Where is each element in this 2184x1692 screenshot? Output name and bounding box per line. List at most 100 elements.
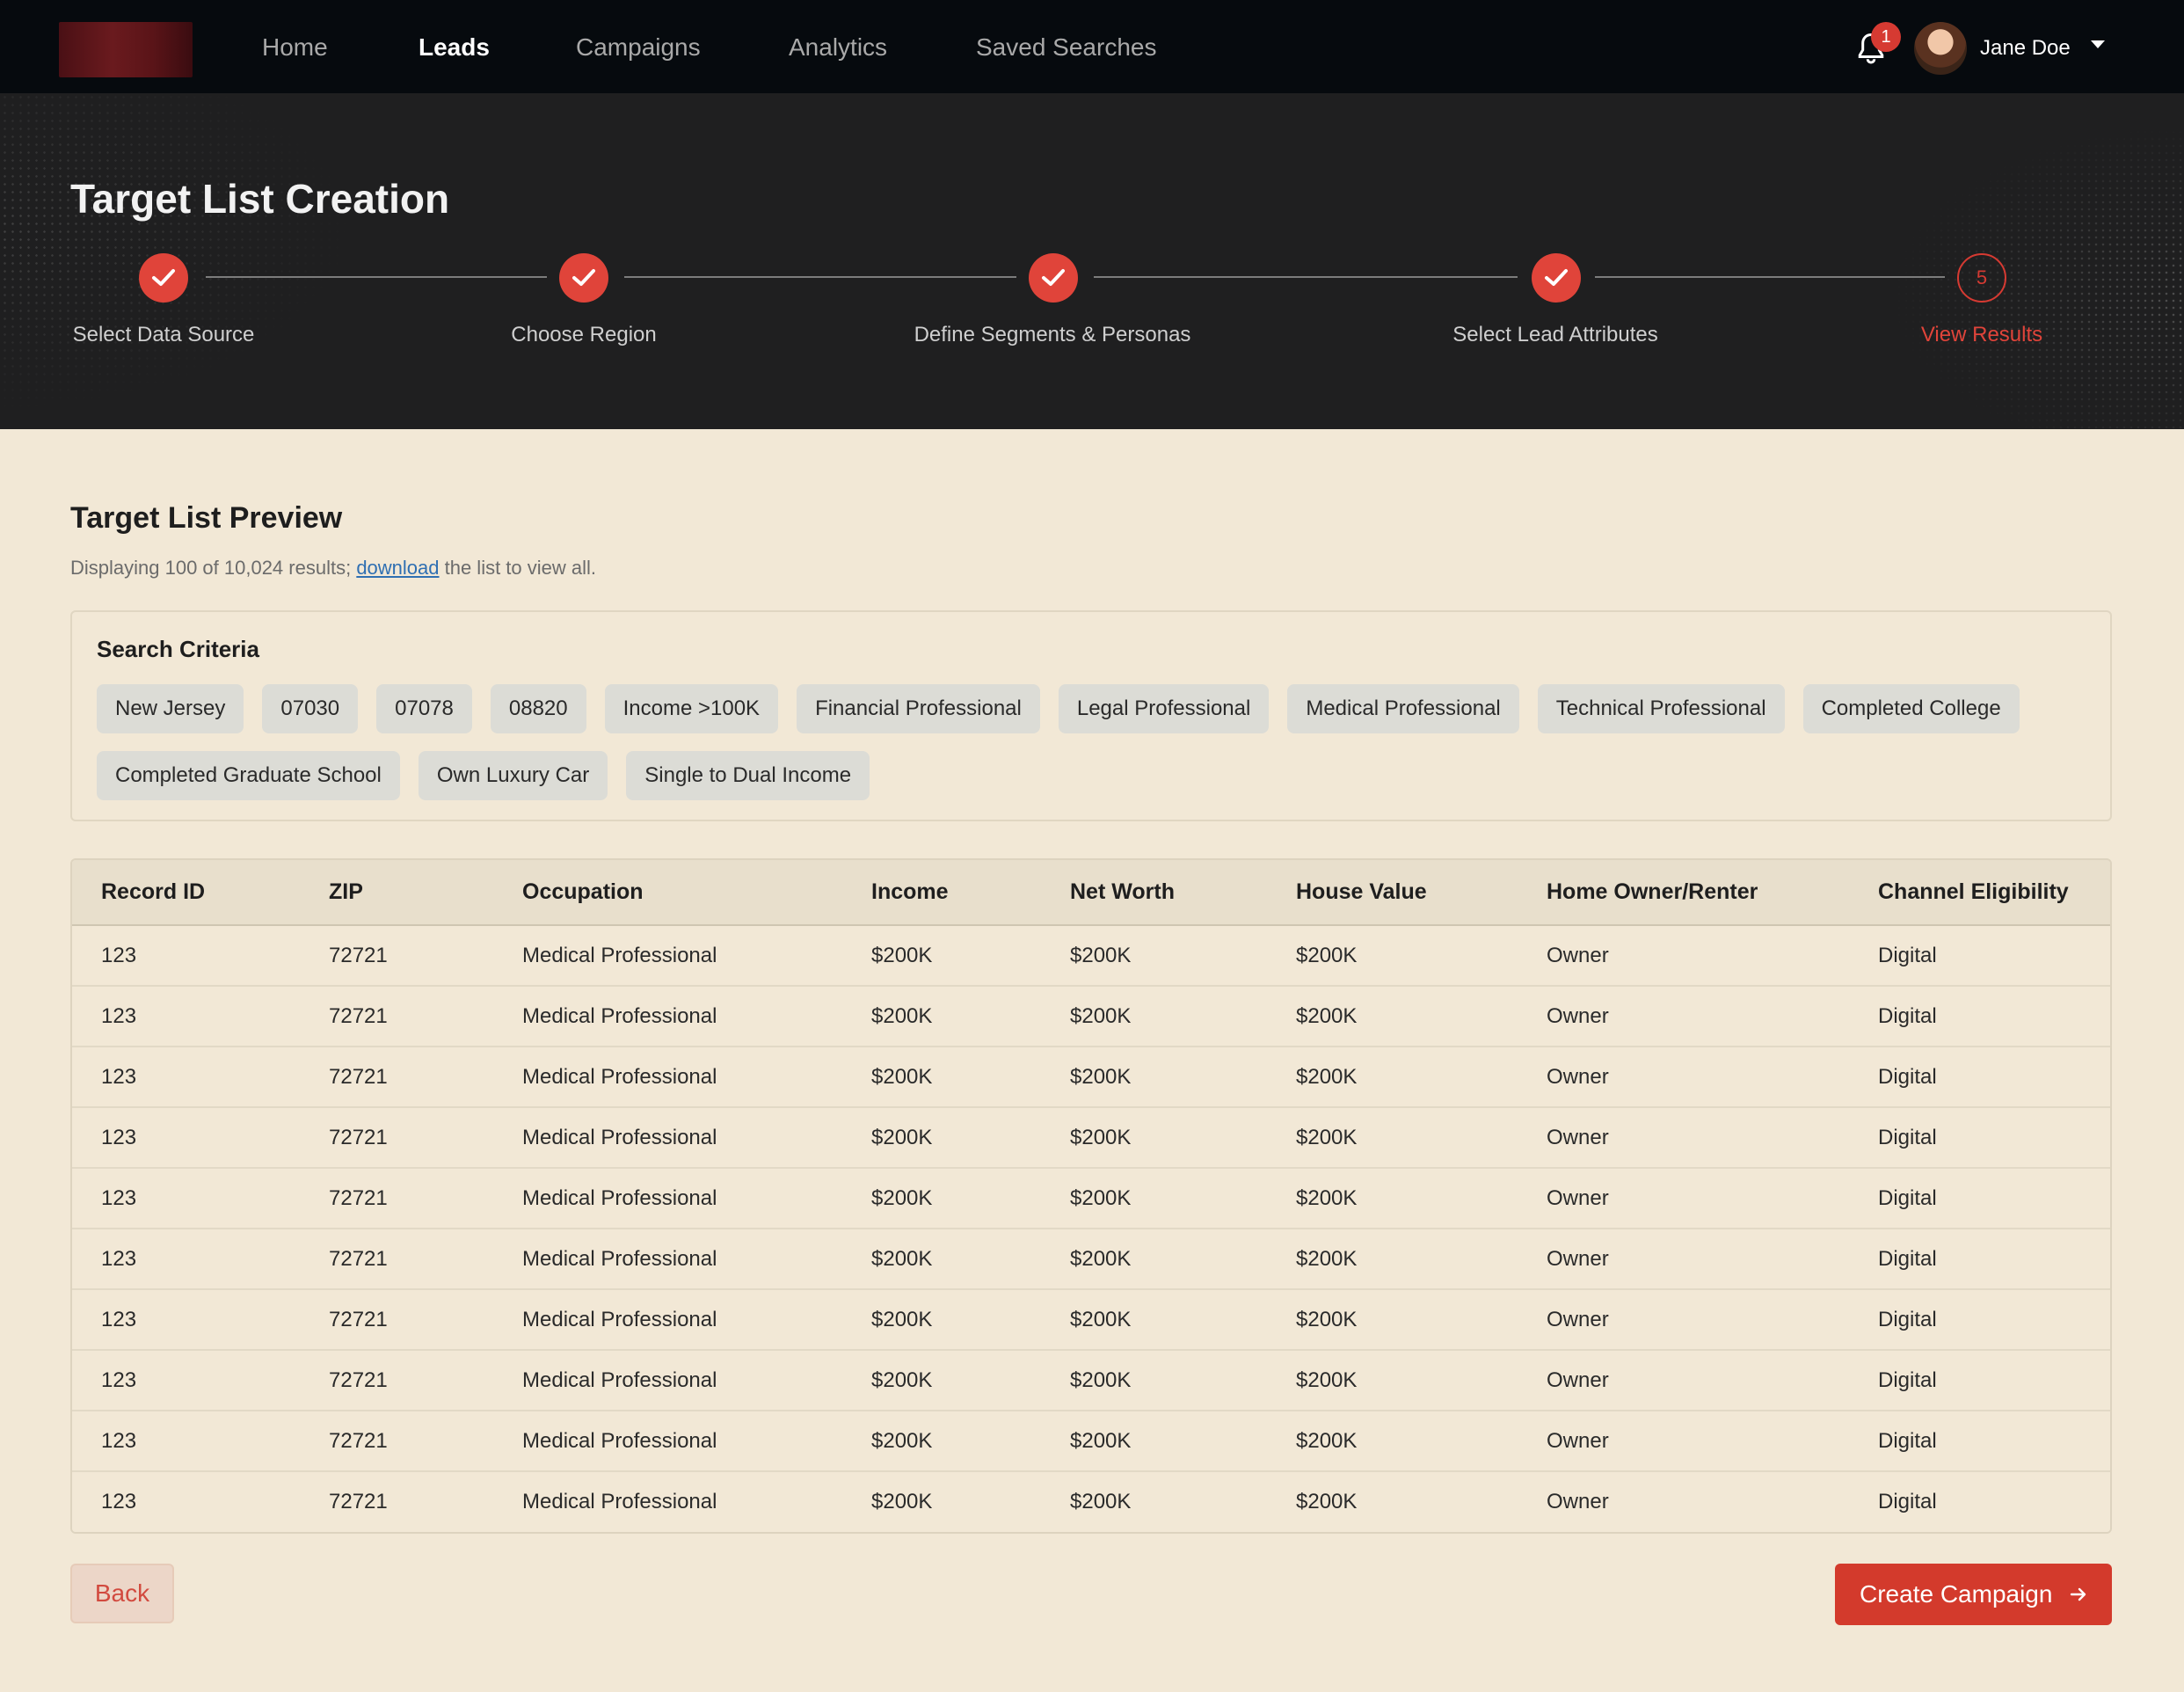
- table-cell: $200K: [1070, 1125, 1132, 1149]
- criteria-chip[interactable]: Financial Professional: [797, 684, 1040, 733]
- nav-leads[interactable]: Leads: [419, 30, 490, 65]
- table-cell: 123: [101, 1064, 137, 1089]
- table-cell: 123: [101, 1003, 137, 1028]
- table-row[interactable]: 123 72721 Medical Professional $200K $200K $2…: [72, 925, 2110, 986]
- table-cell: $200K: [1070, 1246, 1132, 1271]
- nav-campaigns[interactable]: Campaigns: [576, 30, 701, 65]
- table-cell: Owner: [1547, 1307, 1609, 1331]
- step-label: Choose Region: [511, 323, 657, 346]
- search-criteria-title: Search Criteria: [97, 636, 259, 662]
- table-cell: $200K: [871, 1367, 933, 1392]
- column-header[interactable]: Home Owner/Renter: [1518, 860, 1849, 926]
- criteria-chip[interactable]: Completed College: [1802, 684, 2020, 733]
- step-label: Define Segments & Personas: [914, 323, 1191, 346]
- stepper-connector: [206, 276, 547, 278]
- table-cell: $200K: [1070, 1003, 1132, 1028]
- table-cell: $200K: [1296, 1367, 1358, 1392]
- table-cell: 72721: [329, 1246, 388, 1271]
- criteria-chip[interactable]: Completed Graduate School: [97, 751, 400, 800]
- step-3-complete[interactable]: [1029, 253, 1078, 303]
- criteria-chip[interactable]: 07030: [262, 684, 359, 733]
- step-2-complete[interactable]: [559, 253, 608, 303]
- user-name[interactable]: Jane Doe: [1980, 33, 2071, 63]
- table-row[interactable]: 123 72721 Medical Professional $200K $200K $2…: [72, 1411, 2110, 1471]
- nav-home[interactable]: Home: [262, 30, 328, 65]
- criteria-chip[interactable]: Medical Professional: [1287, 684, 1519, 733]
- column-header[interactable]: Record ID: [72, 860, 300, 926]
- table-cell: Digital: [1878, 1125, 1937, 1149]
- table-cell: $200K: [1296, 1125, 1358, 1149]
- table-cell: $200K: [871, 1125, 933, 1149]
- criteria-chip[interactable]: Single to Dual Income: [626, 751, 870, 800]
- column-header[interactable]: Channel Eligibility: [1849, 860, 2110, 926]
- table-cell: Medical Professional: [522, 1367, 717, 1392]
- criteria-chip[interactable]: Technical Professional: [1537, 684, 1785, 733]
- table-row[interactable]: 123 72721 Medical Professional $200K $200K $2…: [72, 1229, 2110, 1289]
- table-cell: Owner: [1547, 1003, 1609, 1028]
- step-1-complete[interactable]: [139, 253, 188, 303]
- table-cell: $200K: [1296, 1490, 1358, 1513]
- table-cell: $200K: [871, 1246, 933, 1271]
- criteria-chip[interactable]: 08820: [490, 684, 586, 733]
- table-cell: Digital: [1878, 1246, 1937, 1271]
- table-row[interactable]: 123 72721 Medical Professional $200K $200K $2…: [72, 986, 2110, 1047]
- table-cell: 123: [101, 943, 137, 967]
- table-cell: $200K: [1296, 1246, 1358, 1271]
- nav-saved-searches[interactable]: Saved Searches: [976, 30, 1156, 65]
- table-row[interactable]: 123 72721 Medical Professional $200K $200K $2…: [72, 1168, 2110, 1229]
- results-summary-suffix: the list to view all.: [439, 557, 597, 579]
- column-header[interactable]: Net Worth: [1041, 860, 1267, 926]
- table-row[interactable]: 123 72721 Medical Professional $200K $200K $2…: [72, 1350, 2110, 1411]
- table-cell: Digital: [1878, 1185, 1937, 1210]
- criteria-chip[interactable]: Income >100K: [604, 684, 779, 733]
- criteria-chip[interactable]: Legal Professional: [1058, 684, 1270, 733]
- step-label: Select Data Source: [72, 323, 255, 346]
- table-cell: 123: [101, 1490, 137, 1513]
- criteria-chip[interactable]: New Jersey: [97, 684, 244, 733]
- checkmark-icon: [1042, 269, 1065, 286]
- table-cell: 72721: [329, 1428, 388, 1453]
- table-cell: 72721: [329, 1367, 388, 1392]
- table-cell: Owner: [1547, 1064, 1609, 1089]
- create-campaign-button[interactable]: Create Campaign: [1835, 1564, 2112, 1625]
- table-row[interactable]: 123 72721 Medical Professional $200K $200K $2…: [72, 1047, 2110, 1107]
- results-table: Record ID ZIP Occupation Income Net Wort…: [70, 858, 2112, 1534]
- step-5-current[interactable]: 5: [1957, 253, 2006, 303]
- criteria-chip[interactable]: Own Luxury Car: [418, 751, 608, 800]
- table-cell: $200K: [871, 1185, 933, 1210]
- avatar[interactable]: [1914, 22, 1967, 75]
- column-header[interactable]: House Value: [1267, 860, 1518, 926]
- table-cell: Digital: [1878, 1490, 1937, 1513]
- table-cell: 123: [101, 1185, 137, 1210]
- results-summary: Displaying 100 of 10,024 results; downlo…: [70, 554, 596, 582]
- table-row[interactable]: 123 72721 Medical Professional $200K $200K $2…: [72, 1471, 2110, 1532]
- dot-pattern-decoration: [1832, 93, 2184, 429]
- criteria-chip-list: New Jersey 07030 07078 08820 Income >100…: [97, 684, 2093, 800]
- nav-analytics[interactable]: Analytics: [789, 30, 887, 65]
- column-header[interactable]: ZIP: [300, 860, 493, 926]
- table-cell: $200K: [1070, 1367, 1132, 1392]
- column-header[interactable]: Income: [842, 860, 1041, 926]
- download-link[interactable]: download: [356, 557, 439, 579]
- notification-badge: 1: [1871, 22, 1901, 52]
- table-cell: $200K: [871, 1428, 933, 1453]
- top-navbar: Home Leads Campaigns Analytics Saved Sea…: [0, 0, 2184, 93]
- table-header-row: Record ID ZIP Occupation Income Net Wort…: [72, 860, 2110, 926]
- brand-logo[interactable]: [59, 22, 193, 77]
- table-row[interactable]: 123 72721 Medical Professional $200K $200K $2…: [72, 1107, 2110, 1168]
- table-cell: $200K: [1070, 943, 1132, 967]
- table-cell: Medical Professional: [522, 1428, 717, 1453]
- table-cell: Digital: [1878, 1064, 1937, 1089]
- step-label: Select Lead Attributes: [1452, 323, 1658, 346]
- arrow-right-icon: [2070, 1587, 2086, 1601]
- table-cell: Medical Professional: [522, 1490, 717, 1513]
- table-row[interactable]: 123 72721 Medical Professional $200K $200K $2…: [72, 1289, 2110, 1350]
- step-4-complete[interactable]: [1532, 253, 1581, 303]
- column-header[interactable]: Occupation: [493, 860, 842, 926]
- table-cell: 72721: [329, 1185, 388, 1210]
- criteria-chip[interactable]: 07078: [376, 684, 472, 733]
- chevron-down-icon[interactable]: [2091, 40, 2105, 48]
- back-button[interactable]: Back: [70, 1564, 174, 1623]
- table-cell: $200K: [871, 1064, 933, 1089]
- table-cell: 123: [101, 1307, 137, 1331]
